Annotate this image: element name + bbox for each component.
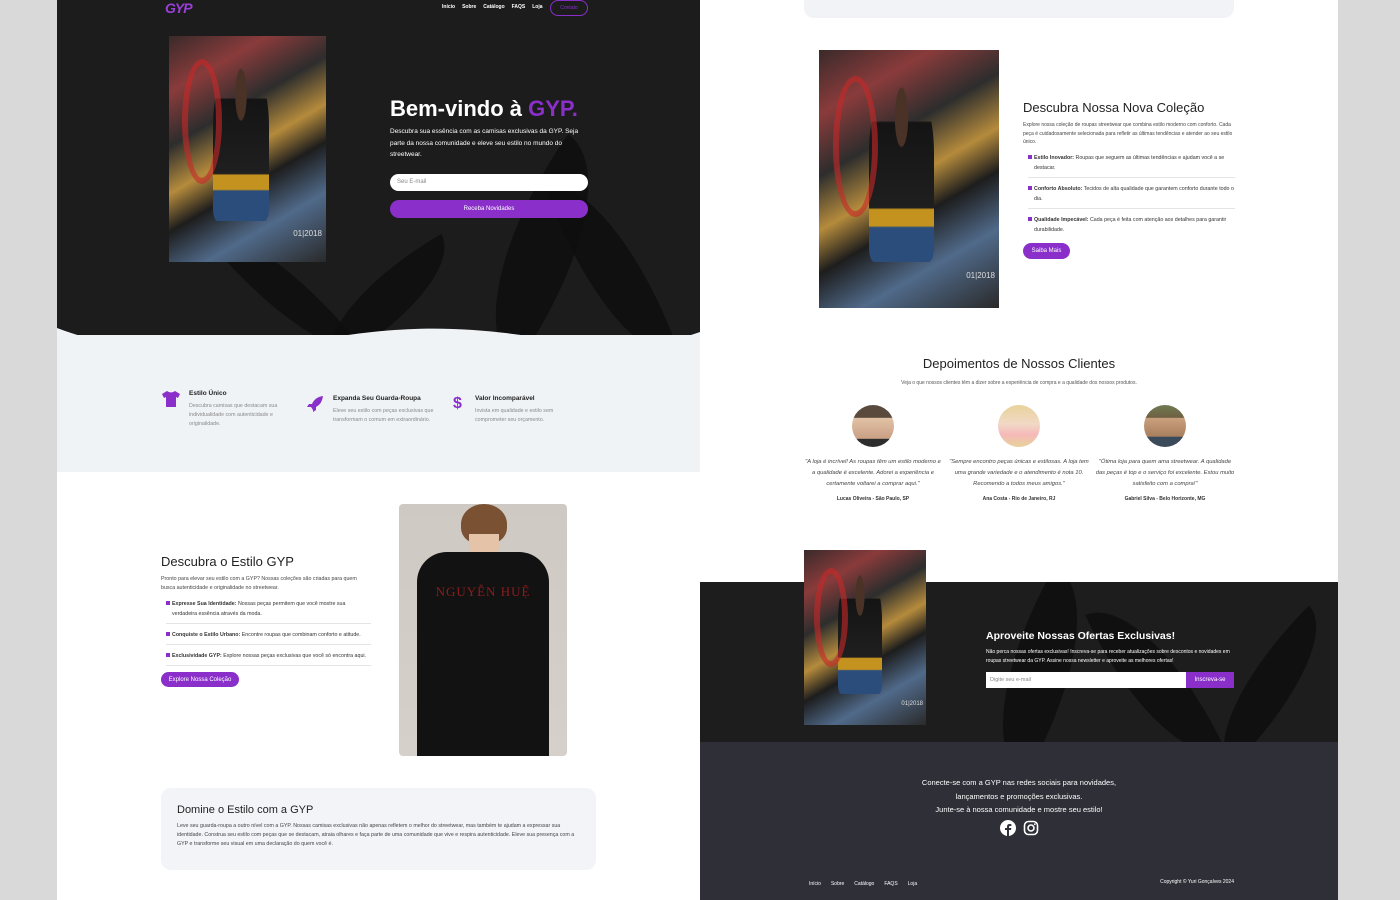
hero-title-prefix: Bem-vindo à: [390, 96, 529, 121]
hero-subscribe-button[interactable]: Receba Novidades: [390, 200, 588, 218]
footer-text: Conecte-se com a GYP nas redes sociais p…: [700, 776, 1338, 817]
nav-item-inicio[interactable]: Início: [442, 4, 455, 10]
nav-item-sobre[interactable]: Sobre: [462, 4, 476, 10]
avatar: [852, 405, 894, 447]
rocket-icon: [307, 396, 323, 412]
promo-text: Não perca nossas ofertas exclusivas! Ins…: [986, 649, 1230, 664]
divider: [1028, 207, 1235, 209]
colecao-section: Descubra Nossa Nova Coleção Explore noss…: [1023, 100, 1235, 259]
depoimentos-subtitle: Veja o que nossos clientes têm a dizer s…: [901, 380, 1137, 386]
promo-subscribe-button[interactable]: Inscreva-se: [1186, 672, 1234, 688]
promo-title: Aproveite Nossas Ofertas Exclusivas!: [986, 630, 1176, 642]
instagram-icon[interactable]: [1023, 820, 1039, 836]
colecao-title: Descubra Nossa Nova Coleção: [1023, 100, 1205, 115]
estilo-list-item: Conquiste o Estilo Urbano: Encontre roup…: [166, 630, 371, 640]
footer-line: Junte-se à nossa comunidade e mostre seu…: [935, 805, 1103, 814]
testimonial-author: Lucas Oliveira - São Paulo, SP: [836, 496, 910, 502]
footer-link-faqs[interactable]: FAQS: [884, 881, 897, 887]
list-item-bold: Estilo Inovador:: [1034, 154, 1075, 161]
dollar-icon: $: [453, 395, 462, 412]
depoimentos-title: Depoimentos de Nossos Clientes: [922, 356, 1116, 371]
divider: [166, 665, 371, 666]
list-item-text: Encontre roupas que combinam conforto e …: [240, 632, 361, 638]
testimonial-quote: "Sempre encontro peças únicas e estilosa…: [949, 459, 1089, 487]
testimonial-quote: "A loja é incrível! As roupas têm um est…: [805, 459, 941, 487]
photo-caption: 01|2018: [966, 271, 995, 280]
page-right-column: 01|2018 Descubra Nossa Nova Coleção Expl…: [700, 0, 1338, 900]
hero-title: Bem-vindo à GYP.: [390, 96, 578, 122]
nav-item-faqs[interactable]: FAQS: [512, 4, 526, 10]
divider: [166, 623, 371, 624]
footer-line: lançamentos e promoções exclusivas.: [955, 791, 1083, 801]
explore-collection-button[interactable]: Explore Nossa Coleção: [161, 672, 239, 687]
footer-link-sobre[interactable]: Sobre: [831, 881, 844, 887]
domine-section: Domine o Estilo com a GYP Leve seu guard…: [161, 788, 596, 870]
photo-caption: 01|2018: [901, 701, 923, 707]
list-item-bold: Qualidade Impecável:: [1034, 216, 1089, 223]
testimonial-author: Ana Costa - Rio de Janeiro, RJ: [982, 496, 1056, 502]
list-item-bold: Conforto Absoluto:: [1034, 185, 1083, 192]
hero-text: Descubra sua essência com as camisas exc…: [390, 128, 579, 158]
avatar: [998, 405, 1040, 447]
colecao-list-item: Estilo Inovador: Roupas que seguem as úl…: [1028, 153, 1235, 173]
top-card: [804, 0, 1234, 18]
list-item-bold: Exclusividade GYP:: [172, 653, 222, 659]
footer-link-catalogo[interactable]: Catálogo: [854, 881, 874, 887]
copyright: Copyright © Yuri Gonçalves 2024: [1160, 879, 1234, 885]
testimonial-card: "Sempre encontro peças únicas e estilosa…: [949, 405, 1089, 502]
tshirt-photo: NGUYỄN HUỆ: [399, 504, 567, 756]
nav-item-catalogo[interactable]: Catálogo: [483, 4, 504, 10]
colecao-list-item: Conforto Absoluto: Tecidos de alta quali…: [1028, 184, 1235, 204]
colecao-list-item: Qualidade Impecável: Cada peça é feita c…: [1028, 215, 1235, 235]
feature-title: Estilo Único: [189, 390, 227, 397]
footer-link-inicio[interactable]: Início: [809, 881, 821, 887]
domine-text: Leve seu guarda-roupa a outro nível com …: [177, 823, 575, 847]
page-left-column: GYP Início Sobre Catálogo FAQS Loja Cont…: [57, 0, 700, 900]
estilo-title: Descubra o Estilo GYP: [161, 554, 294, 569]
feature-desc: Descubra camisas que destacam sua indivi…: [189, 403, 278, 427]
photo-caption: 01|2018: [293, 229, 322, 238]
testimonial-author: Gabriel Silva - Belo Horizonte, MG: [1124, 496, 1206, 502]
shirt-print-text: NGUYỄN HUỆ: [435, 584, 531, 599]
contact-button[interactable]: Contato: [550, 0, 588, 16]
hero-section: GYP Início Sobre Catálogo FAQS Loja Cont…: [57, 0, 700, 345]
feature-title: Valor Incomparável: [475, 395, 535, 402]
hero-email-input[interactable]: Seu E-mail: [390, 174, 588, 191]
footer-line: Conecte-se com a GYP nas redes sociais p…: [921, 778, 1117, 787]
list-item-bold: Conquiste o Estilo Urbano:: [172, 632, 241, 638]
footer-nav: Início Sobre Catálogo FAQS Loja: [809, 881, 917, 887]
footer-link-loja[interactable]: Loja: [908, 881, 917, 887]
hero-photo: 01|2018: [169, 36, 326, 262]
feature-title: Expanda Seu Guarda-Roupa: [333, 395, 421, 402]
testimonial-quote: "Ótima loja para quem ama streetwear. A …: [1095, 459, 1235, 487]
promo-email-input[interactable]: Digite seu e-mail: [986, 672, 1186, 688]
logo[interactable]: GYP: [165, 0, 193, 16]
divider: [166, 644, 371, 645]
estilo-list-item: Expresse Sua Identidade: Nossas peças pe…: [166, 599, 371, 619]
promo-photo: 01|2018: [804, 550, 926, 725]
features-section: Estilo Único Descubra camisas que destac…: [57, 335, 700, 472]
facebook-icon[interactable]: [1000, 820, 1016, 836]
avatar: [1144, 405, 1186, 447]
promo-section: Aproveite Nossas Ofertas Exclusivas! Não…: [700, 582, 1338, 742]
divider: [1028, 176, 1235, 178]
colecao-intro: Explore nossa coleção de roupas streetwe…: [1023, 122, 1233, 145]
estilo-list-item: Exclusividade GYP: Explore nossas peças …: [166, 651, 371, 661]
estilo-intro: Pronto para elevar seu estilo com a GYP?…: [161, 576, 357, 591]
top-nav: Início Sobre Catálogo FAQS Loja: [442, 4, 543, 10]
footer: Conecte-se com a GYP nas redes sociais p…: [700, 742, 1338, 900]
nav-item-loja[interactable]: Loja: [532, 4, 542, 10]
hero-title-brand: GYP.: [528, 96, 578, 121]
domine-title: Domine o Estilo com a GYP: [177, 804, 314, 816]
saiba-mais-button[interactable]: Saiba Mais: [1023, 242, 1070, 259]
collection-photo: 01|2018: [819, 50, 999, 308]
list-item-text: Explore nossas peças exclusivas que você…: [221, 653, 367, 659]
tshirt-icon: [162, 391, 180, 407]
list-item-bold: Expresse Sua Identidade:: [172, 601, 237, 607]
testimonial-card: "A loja é incrível! As roupas têm um est…: [803, 405, 943, 502]
testimonial-card: "Ótima loja para quem ama streetwear. A …: [1095, 405, 1235, 502]
feature-desc: Invista em qualidade e estilo sem compro…: [475, 408, 554, 423]
feature-desc: Eleve seu estilo com peças exclusivas qu…: [333, 408, 434, 423]
